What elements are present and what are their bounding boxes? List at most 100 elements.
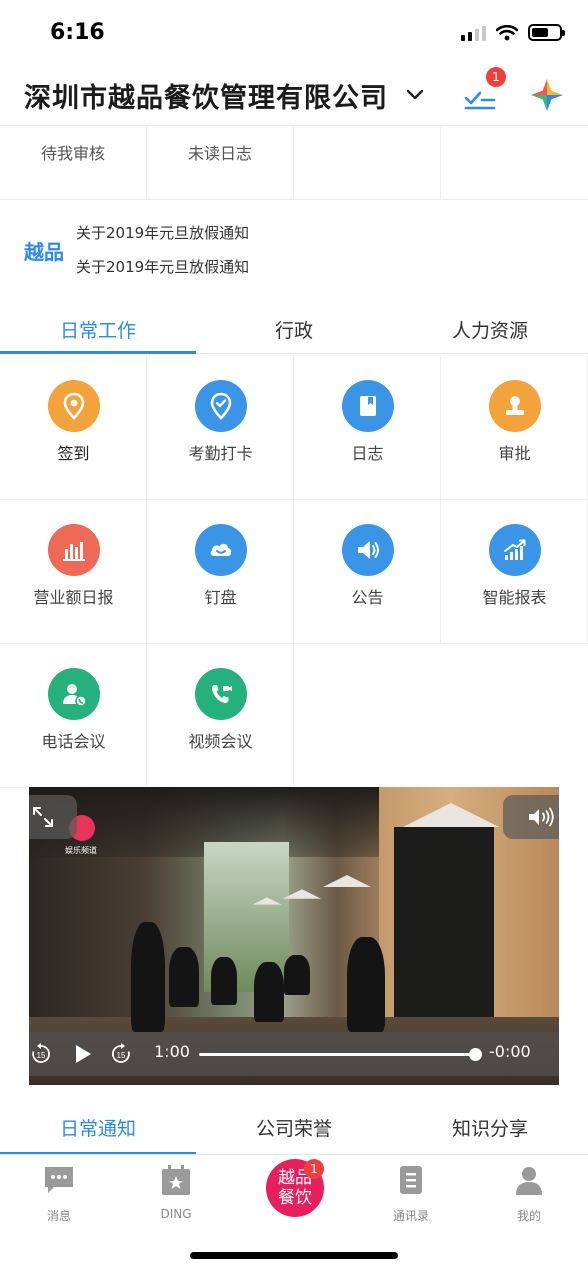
app-label: 日志 xyxy=(351,444,384,463)
check-pin-icon xyxy=(195,380,247,432)
app-logo-icon[interactable] xyxy=(530,78,564,112)
review-cell-empty xyxy=(294,126,441,200)
nav-messages[interactable]: 消息 xyxy=(14,1163,104,1224)
video-lamp xyxy=(403,803,499,827)
location-pin-icon xyxy=(48,380,100,432)
video-person xyxy=(131,922,165,1032)
nav-label: 我的 xyxy=(516,1209,541,1223)
remaining-time: -0:00 xyxy=(489,1042,531,1061)
status-icons xyxy=(461,24,565,41)
tab-knowledge-share[interactable]: 知识分享 xyxy=(392,1100,588,1154)
work-tabs: 日常工作 行政 人力资源 xyxy=(0,302,588,354)
grid-empty-cell xyxy=(294,644,441,788)
home-indicator[interactable] xyxy=(190,1252,398,1259)
app-announcement[interactable]: 公告 xyxy=(294,500,441,644)
nav-label: 通讯录 xyxy=(392,1209,429,1223)
notice-item[interactable]: 关于2019年元旦放假通知 xyxy=(76,256,249,277)
app-label: 公告 xyxy=(351,588,384,607)
progress-slider[interactable] xyxy=(199,1048,482,1061)
notice-tabs: 日常通知 公司荣誉 知识分享 xyxy=(0,1100,588,1155)
play-icon[interactable] xyxy=(73,1043,93,1065)
app-video-conference[interactable]: 视频会议 xyxy=(147,644,294,788)
video-person xyxy=(284,955,310,995)
tab-admin[interactable]: 行政 xyxy=(196,302,392,353)
chevron-down-icon[interactable] xyxy=(404,83,426,105)
video-controls: 15 15 1:00 -0:00 xyxy=(29,1032,559,1076)
video-lamp xyxy=(323,875,371,887)
app-revenue-report[interactable]: 营业额日报 xyxy=(0,500,147,644)
video-player[interactable]: 娱乐频道 15 15 1:00 -0:00 xyxy=(29,787,559,1085)
video-menu-board xyxy=(394,827,494,1017)
nav-brand-badge: 1 xyxy=(304,1159,324,1179)
todo-badge: 1 xyxy=(486,67,506,87)
skip-back-15-icon[interactable]: 15 xyxy=(29,1042,53,1066)
app-ding-disk[interactable]: 钉盘 xyxy=(147,500,294,644)
notice-item[interactable]: 关于2019年元旦放假通知 xyxy=(76,222,249,243)
volume-button[interactable] xyxy=(503,795,559,839)
wifi-icon xyxy=(496,24,518,40)
bar-chart-icon xyxy=(48,524,100,576)
company-name[interactable]: 深圳市越品餐饮管理有限公司 xyxy=(24,76,388,115)
app-phone-conference[interactable]: 电话会议 xyxy=(0,644,147,788)
megaphone-icon xyxy=(342,524,394,576)
app-attendance[interactable]: 考勤打卡 xyxy=(147,356,294,500)
tab-hr[interactable]: 人力资源 xyxy=(392,302,588,353)
app-label: 电话会议 xyxy=(41,732,106,751)
nav-label: DING xyxy=(160,1207,192,1221)
current-time: 1:00 xyxy=(154,1042,190,1061)
tab-daily-work[interactable]: 日常工作 xyxy=(0,302,196,354)
status-bar: 6:16 xyxy=(0,0,588,64)
app-label: 营业额日报 xyxy=(33,588,114,607)
app-approval[interactable]: 审批 xyxy=(441,356,588,500)
profile-icon xyxy=(516,1167,542,1195)
unread-log-button[interactable]: 未读日志 xyxy=(147,126,294,200)
nav-contacts[interactable]: 通讯录 xyxy=(366,1163,456,1224)
notice-brand: 越品 xyxy=(24,240,64,264)
skip-forward-15-icon[interactable]: 15 xyxy=(109,1042,133,1066)
review-row: 待我审核 未读日志 xyxy=(0,126,588,200)
nav-label: 消息 xyxy=(46,1209,71,1223)
progress-knob[interactable] xyxy=(469,1048,482,1061)
app-label: 视频会议 xyxy=(188,732,253,751)
cloud-icon xyxy=(195,524,247,576)
app-label: 智能报表 xyxy=(482,588,547,607)
contacts-icon xyxy=(400,1166,422,1194)
status-time: 6:16 xyxy=(50,20,105,45)
pending-review-button[interactable]: 待我审核 xyxy=(0,126,147,200)
app-label: 签到 xyxy=(57,444,90,463)
video-lamp xyxy=(282,889,322,899)
video-person xyxy=(347,937,385,1032)
app-smart-report[interactable]: 智能报表 xyxy=(441,500,588,644)
video-lamp xyxy=(252,897,282,905)
notebook-icon xyxy=(342,380,394,432)
app-log[interactable]: 日志 xyxy=(294,356,441,500)
app-header: 深圳市越品餐饮管理有限公司 1 xyxy=(0,64,588,126)
nav-ding[interactable]: DING xyxy=(131,1163,221,1221)
svg-text:15: 15 xyxy=(37,1051,46,1060)
video-call-icon xyxy=(195,668,247,720)
video-person xyxy=(169,947,199,1007)
battery-icon xyxy=(528,24,565,41)
user-phone-icon xyxy=(48,668,100,720)
app-sign-in[interactable]: 签到 xyxy=(0,356,147,500)
svg-text:15: 15 xyxy=(117,1051,126,1060)
video-person xyxy=(211,957,237,1005)
signal-icon xyxy=(461,25,486,41)
expand-icon xyxy=(33,807,53,827)
app-label: 钉盘 xyxy=(204,588,237,607)
stamp-icon xyxy=(489,380,541,432)
nav-profile[interactable]: 我的 xyxy=(484,1163,574,1224)
tab-company-honor[interactable]: 公司荣誉 xyxy=(196,1100,392,1154)
ding-icon xyxy=(162,1165,190,1195)
speaker-icon xyxy=(529,807,554,827)
fullscreen-button[interactable] xyxy=(29,795,77,839)
notice-banner[interactable]: 越品 关于2019年元旦放假通知 关于2019年元旦放假通知 xyxy=(0,200,588,302)
video-person xyxy=(254,962,284,1022)
tab-daily-notice[interactable]: 日常通知 xyxy=(0,1100,196,1155)
channel-logo-text: 娱乐频道 xyxy=(65,846,97,855)
app-grid: 签到 考勤打卡 日志 审批 营业额日报 钉盘 公告 智能报表 电话会议 视频会议 xyxy=(0,356,588,788)
progress-fill xyxy=(199,1053,475,1056)
app-label: 审批 xyxy=(498,444,531,463)
app-label: 考勤打卡 xyxy=(188,444,253,463)
trend-chart-icon xyxy=(489,524,541,576)
